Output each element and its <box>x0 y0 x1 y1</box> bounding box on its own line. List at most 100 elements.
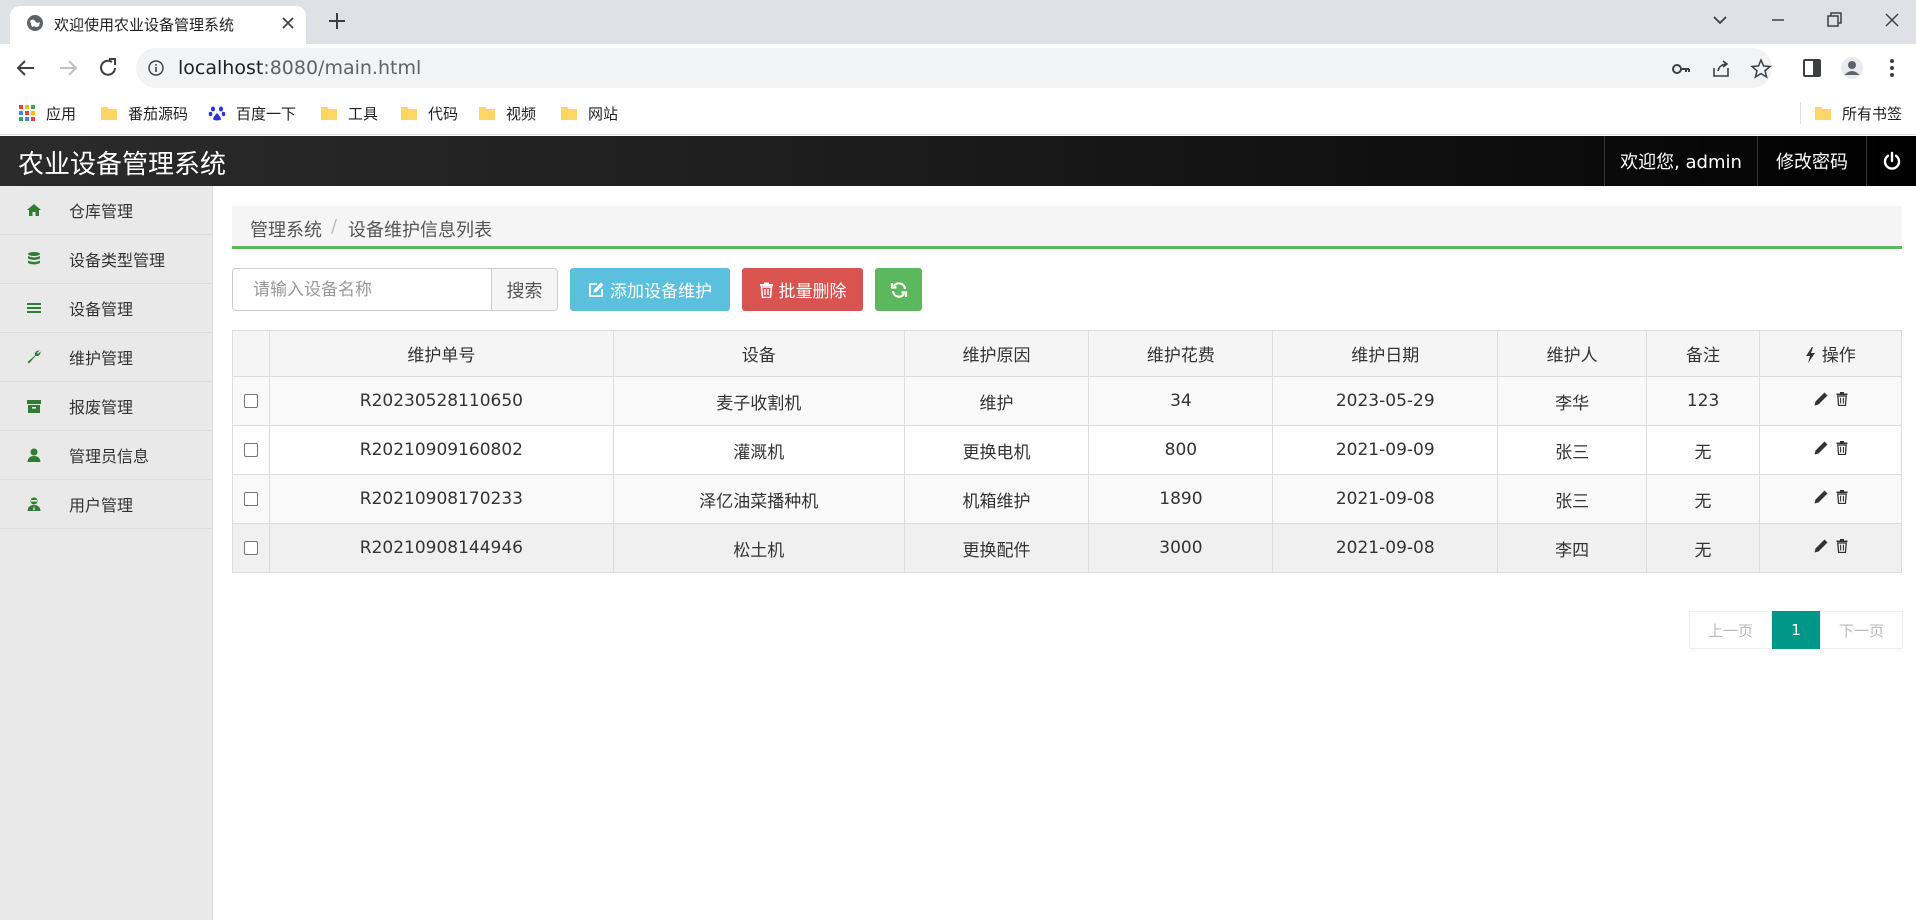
baidu-paw-icon <box>208 106 226 121</box>
row-checkbox[interactable] <box>243 443 258 457</box>
row-actions <box>1759 425 1902 475</box>
tab-title: 欢迎使用农业设备管理系统 <box>54 16 235 34</box>
table-cell: 李四 <box>1497 523 1648 573</box>
sidebar-item-warehouse[interactable]: 仓库管理 <box>0 186 213 235</box>
row-actions <box>1759 474 1902 524</box>
table-cell: 松土机 <box>612 523 905 573</box>
edit-pencil-icon[interactable] <box>1814 539 1828 553</box>
close-window-icon[interactable] <box>1880 8 1904 32</box>
table-cell: 张三 <box>1497 425 1648 475</box>
close-tab-icon[interactable] <box>280 15 296 31</box>
bookmark-folder[interactable]: 番茄源码 <box>100 102 188 124</box>
side-panel-icon[interactable] <box>1800 56 1824 80</box>
table-cell: 800 <box>1088 425 1274 475</box>
minimize-icon[interactable] <box>1766 8 1790 32</box>
bookmarks-divider <box>1800 102 1801 124</box>
edit-pencil-icon[interactable] <box>1814 441 1828 455</box>
batch-delete-button[interactable]: 批量删除 <box>742 268 863 311</box>
sidebar-item-admin-info[interactable]: 管理员信息 <box>0 431 213 480</box>
column-header: 维护日期 <box>1272 330 1499 377</box>
table-cell: 1890 <box>1088 474 1274 524</box>
sidebar-item-maintenance[interactable]: 维护管理 <box>0 333 213 382</box>
bookmark-folder[interactable]: 工具 <box>320 102 378 124</box>
table-header-row: 维护单号 设备 维护原因 维护花费 维护日期 维护人 备注 操作 <box>232 330 1902 377</box>
site-info-icon[interactable] <box>148 60 164 76</box>
table-cell: 张三 <box>1497 474 1648 524</box>
edit-pencil-icon[interactable] <box>1814 490 1828 504</box>
bookmark-baidu[interactable]: 百度一下 <box>208 102 296 124</box>
tab-search-icon[interactable] <box>1708 8 1732 32</box>
folder-icon <box>479 107 495 120</box>
table-cell: 2021-09-09 <box>1272 425 1499 475</box>
sidebar-item-equipment[interactable]: 设备管理 <box>0 284 213 333</box>
browser-tab[interactable]: 欢迎使用农业设备管理系统 <box>10 6 306 44</box>
row-select-cell <box>232 474 270 524</box>
add-maintenance-button[interactable]: 添加设备维护 <box>570 268 730 311</box>
bookmark-apps[interactable]: 应用 <box>18 102 76 124</box>
row-checkbox[interactable] <box>243 492 258 506</box>
new-tab-icon[interactable] <box>326 10 348 32</box>
table-cell: 泽亿油菜播种机 <box>612 474 905 524</box>
sidebar-item-scrap[interactable]: 报废管理 <box>0 382 213 431</box>
app-header: 农业设备管理系统 欢迎您, admin 修改密码 <box>0 136 1916 186</box>
bolt-icon <box>1806 347 1816 363</box>
search-input[interactable] <box>232 268 492 311</box>
bookmark-folder[interactable]: 代码 <box>400 102 458 124</box>
folder-icon <box>321 107 337 120</box>
delete-trash-icon[interactable] <box>1836 490 1848 504</box>
table-cell: 李华 <box>1497 376 1648 426</box>
trash-icon <box>759 282 773 298</box>
sidebar-item-users[interactable]: 用户管理 <box>0 480 213 529</box>
edit-pencil-icon[interactable] <box>1814 392 1828 406</box>
table-row: R20230528110650 麦子收割机 维护 34 2023-05-29 李华 123 <box>232 376 1902 426</box>
star-icon[interactable] <box>1750 58 1772 80</box>
database-icon <box>28 252 40 265</box>
next-page-button[interactable]: 下一页 <box>1820 611 1903 649</box>
apps-grid-icon <box>19 105 35 121</box>
back-icon[interactable] <box>14 56 38 80</box>
share-icon[interactable] <box>1710 58 1732 80</box>
address-bar[interactable]: localhost:8080/main.html <box>136 48 1772 88</box>
table-cell: 麦子收割机 <box>612 376 905 426</box>
select-column-header <box>232 330 270 377</box>
row-checkbox[interactable] <box>243 394 258 408</box>
table-cell: 123 <box>1646 376 1761 426</box>
edit-icon <box>589 282 604 297</box>
column-header: 维护单号 <box>268 330 614 377</box>
prev-page-button[interactable]: 上一页 <box>1689 611 1772 649</box>
row-actions <box>1759 376 1902 426</box>
reload-icon[interactable] <box>96 56 120 80</box>
bookmark-folder[interactable]: 网站 <box>560 102 618 124</box>
change-password-link[interactable]: 修改密码 <box>1757 136 1866 186</box>
column-header: 维护人 <box>1497 330 1648 377</box>
breadcrumb-current: 设备维护信息列表 <box>348 220 492 241</box>
bookmarks-bar: 应用 番茄源码 百度一下 工具 代码 视频 网站 所有书签 <box>0 92 1916 135</box>
search-button[interactable]: 搜索 <box>491 268 558 311</box>
table-cell: 灌溉机 <box>612 425 905 475</box>
row-checkbox[interactable] <box>243 541 258 555</box>
delete-trash-icon[interactable] <box>1836 441 1848 455</box>
browser-tab-strip: 欢迎使用农业设备管理系统 <box>0 0 1916 44</box>
restore-icon[interactable] <box>1822 8 1846 32</box>
table-cell: R20210908144946 <box>268 523 614 573</box>
forward-icon[interactable] <box>56 56 80 80</box>
sidebar-item-equipment-type[interactable]: 设备类型管理 <box>0 235 213 284</box>
bookmark-folder[interactable]: 视频 <box>478 102 536 124</box>
table-cell: 2021-09-08 <box>1272 474 1499 524</box>
menu-kebab-icon[interactable] <box>1880 56 1904 80</box>
archive-icon <box>27 400 41 413</box>
logout-button[interactable] <box>1866 136 1916 186</box>
key-icon[interactable] <box>1670 58 1692 80</box>
refresh-button[interactable] <box>875 268 922 311</box>
delete-trash-icon[interactable] <box>1836 392 1848 406</box>
column-header: 维护原因 <box>903 330 1090 377</box>
profile-avatar-icon[interactable] <box>1840 56 1864 80</box>
user-secret-icon <box>27 497 41 511</box>
all-bookmarks[interactable]: 所有书签 <box>1814 102 1902 124</box>
page-1-button[interactable]: 1 <box>1772 611 1820 649</box>
app-title: 农业设备管理系统 <box>18 150 227 180</box>
welcome-user[interactable]: 欢迎您, admin <box>1604 136 1757 186</box>
row-select-cell <box>232 425 270 475</box>
delete-trash-icon[interactable] <box>1836 539 1848 553</box>
breadcrumb-root[interactable]: 管理系统 <box>250 216 322 242</box>
